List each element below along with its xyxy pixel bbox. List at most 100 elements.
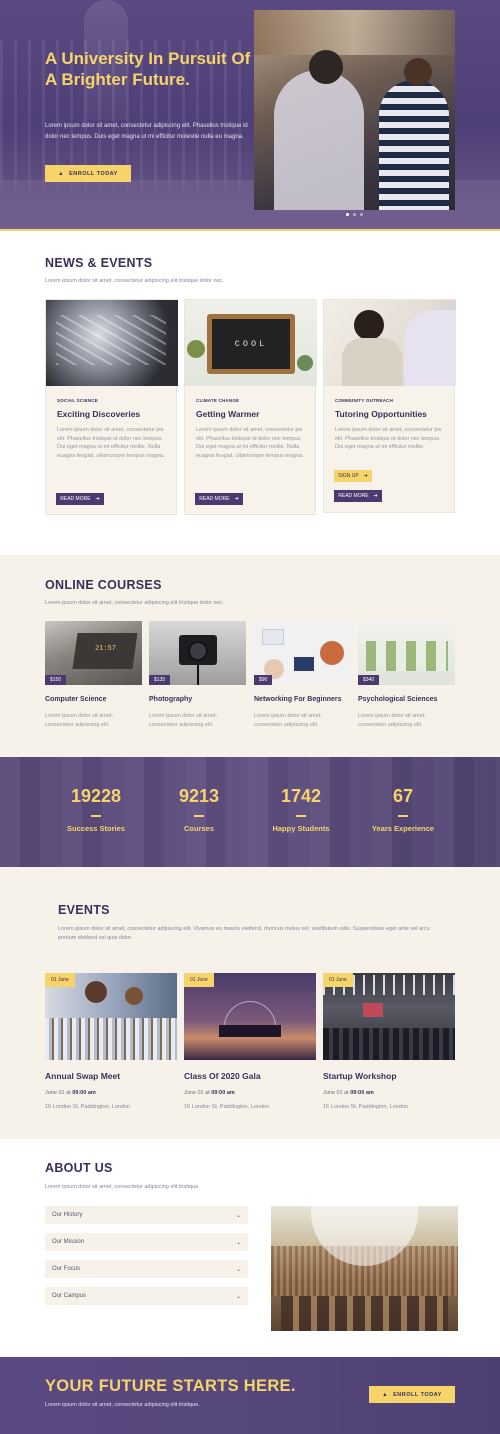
read-more-label: READ MORE xyxy=(199,496,230,502)
coffee-cup xyxy=(320,641,344,665)
slider-dot-3[interactable] xyxy=(360,213,363,216)
read-more-button[interactable]: READ MORE ➜ xyxy=(195,493,243,505)
slider-dot-1[interactable] xyxy=(346,213,349,216)
hero-photo xyxy=(254,10,455,210)
slider-dot-2[interactable] xyxy=(353,213,356,216)
course-item[interactable]: $135 Photography Lorem ipsum dolor sit a… xyxy=(149,621,246,728)
sign-up-button[interactable]: SIGN UP ➜ xyxy=(334,470,372,482)
course-price: $135 xyxy=(149,675,171,685)
event-time-row: June 01 at 09:00 am xyxy=(184,1090,314,1096)
chevron-down-icon: ⌄ xyxy=(235,1239,241,1246)
cta-title: YOUR FUTURE STARTS HERE. xyxy=(45,1377,296,1395)
hero-title: A University In Pursuit Of A Brighter Fu… xyxy=(45,49,251,89)
laptop-clock: 21:57 xyxy=(95,645,117,653)
course-title[interactable]: Photography xyxy=(149,696,249,703)
cta-enroll-button[interactable]: ▲ ENROLL TODAY xyxy=(369,1386,455,1403)
events-title: EVENTS xyxy=(58,903,110,917)
stat-divider xyxy=(194,815,204,817)
crowd-silhouette xyxy=(219,1025,281,1037)
plant-left xyxy=(187,340,205,358)
news-card-title[interactable]: Tutoring Opportunities xyxy=(335,409,427,419)
person-head xyxy=(125,987,143,1005)
event-time-row: June 01 at 09:00 am xyxy=(323,1090,453,1096)
library-photo xyxy=(271,1206,458,1331)
chevron-down-icon: ⌄ xyxy=(235,1293,241,1300)
event-day: June 01 at xyxy=(45,1090,71,1096)
hero-enroll-button[interactable]: ▲ ENROLL TODAY xyxy=(45,165,131,182)
accordion-label: Our Mission xyxy=(52,1239,85,1245)
about-subtitle: Lorem ipsum dolor sit amet, consectetur … xyxy=(45,1184,200,1190)
event-title[interactable]: Startup Workshop xyxy=(323,1071,453,1081)
course-text: Lorem ipsum dolor sit amet, consectetur … xyxy=(254,713,322,728)
stat-number: 1742 xyxy=(280,786,322,806)
course-item[interactable]: $340 Psychological Sciences Lorem ipsum … xyxy=(358,621,455,728)
event-location: 16 London St, Paddington, London xyxy=(45,1104,131,1110)
course-image: $90 xyxy=(254,621,351,685)
news-card-image: COOL xyxy=(185,300,317,386)
plant-right xyxy=(297,355,313,371)
camera-lens xyxy=(188,641,208,661)
news-card-category: COMMUNITY OUTREACH xyxy=(335,398,394,403)
stat-number: 19228 xyxy=(70,786,122,806)
event-location: 16 London St, Paddington, London xyxy=(184,1104,270,1110)
person-head xyxy=(85,981,107,1003)
course-price: $340 xyxy=(358,675,380,685)
news-card-image xyxy=(46,300,178,386)
test-tubes xyxy=(366,641,448,671)
news-card-image xyxy=(324,300,456,386)
event-item[interactable]: 01 June Annual Swap Meet June 01 at 09:0… xyxy=(45,973,177,1110)
accordion-item-our-focus[interactable]: Our Focus ⌄ xyxy=(45,1260,248,1278)
event-title[interactable]: Annual Swap Meet xyxy=(45,1071,175,1081)
accordion-item-our-campus[interactable]: Our Campus ⌄ xyxy=(45,1287,248,1305)
course-text: Lorem ipsum dolor sit amet, consectetur … xyxy=(149,713,217,728)
course-title[interactable]: Networking For Beginners xyxy=(254,696,354,703)
accordion-label: Our History xyxy=(52,1212,83,1218)
stats-background-books xyxy=(0,757,500,867)
tutor-shape xyxy=(404,310,456,386)
event-date-badge: 01 June xyxy=(323,973,353,987)
course-item[interactable]: $90 Networking For Beginners Lorem ipsum… xyxy=(254,621,351,728)
event-date-badge: 01 June xyxy=(184,973,214,987)
event-image: 01 June xyxy=(45,973,177,1060)
stat-label: Happy Students xyxy=(272,824,330,833)
course-image: $135 xyxy=(149,621,246,685)
event-image: 01 June xyxy=(323,973,455,1060)
cta-enroll-label: ENROLL TODAY xyxy=(393,1391,442,1398)
course-price: $90 xyxy=(254,675,273,685)
event-time: 09:00 am xyxy=(350,1090,374,1096)
event-item[interactable]: 01 June Class Of 2020 Gala June 01 at 09… xyxy=(184,973,316,1110)
graduation-cap-icon: ▲ xyxy=(58,170,65,177)
sign-up-label: SIGN UP xyxy=(338,473,359,479)
read-more-button[interactable]: READ MORE ➜ xyxy=(56,493,104,505)
chevron-down-icon: ⌄ xyxy=(235,1266,241,1273)
event-day: June 01 at xyxy=(184,1090,210,1096)
stat-label: Courses xyxy=(183,824,214,833)
arrow-right-icon: ➜ xyxy=(234,496,239,502)
arrow-right-icon: ➜ xyxy=(95,496,100,502)
course-title[interactable]: Computer Science xyxy=(45,696,145,703)
event-day: June 01 at xyxy=(323,1090,349,1096)
course-title[interactable]: Psychological Sciences xyxy=(358,696,458,703)
news-card-text: Lorem ipsum dolor sit amet, consectetur … xyxy=(57,427,165,459)
stats-section xyxy=(0,757,500,867)
accordion-item-our-history[interactable]: Our History ⌄ xyxy=(45,1206,248,1224)
glassware-shapes xyxy=(56,315,166,365)
hero-photo-head-left xyxy=(309,50,343,84)
news-card: SOCIAL SCIENCE Exciting Discoveries Lore… xyxy=(45,299,178,515)
event-item[interactable]: 01 June Startup Workshop June 01 at 09:0… xyxy=(323,973,455,1110)
accordion-item-our-mission[interactable]: Our Mission ⌄ xyxy=(45,1233,248,1251)
library-desks xyxy=(281,1296,448,1331)
read-more-button[interactable]: READ MORE ➜ xyxy=(334,490,382,502)
course-text: Lorem ipsum dolor sit amet, consectetur … xyxy=(45,713,113,728)
news-card-title[interactable]: Getting Warmer xyxy=(196,409,259,419)
course-item[interactable]: 21:57 $150 Computer Science Lorem ipsum … xyxy=(45,621,142,728)
news-card: COOL CLIMATE CHANGE Getting Warmer Lorem… xyxy=(184,299,317,515)
event-title[interactable]: Class Of 2020 Gala xyxy=(184,1071,314,1081)
courses-title: ONLINE COURSES xyxy=(45,578,162,592)
arrow-right-icon: ➜ xyxy=(363,473,368,479)
stat-divider xyxy=(296,815,306,817)
hero-photo-head-right xyxy=(404,58,432,86)
tripod xyxy=(187,665,209,685)
hero-photo-backdrop xyxy=(254,10,455,55)
news-card-title[interactable]: Exciting Discoveries xyxy=(57,409,140,419)
